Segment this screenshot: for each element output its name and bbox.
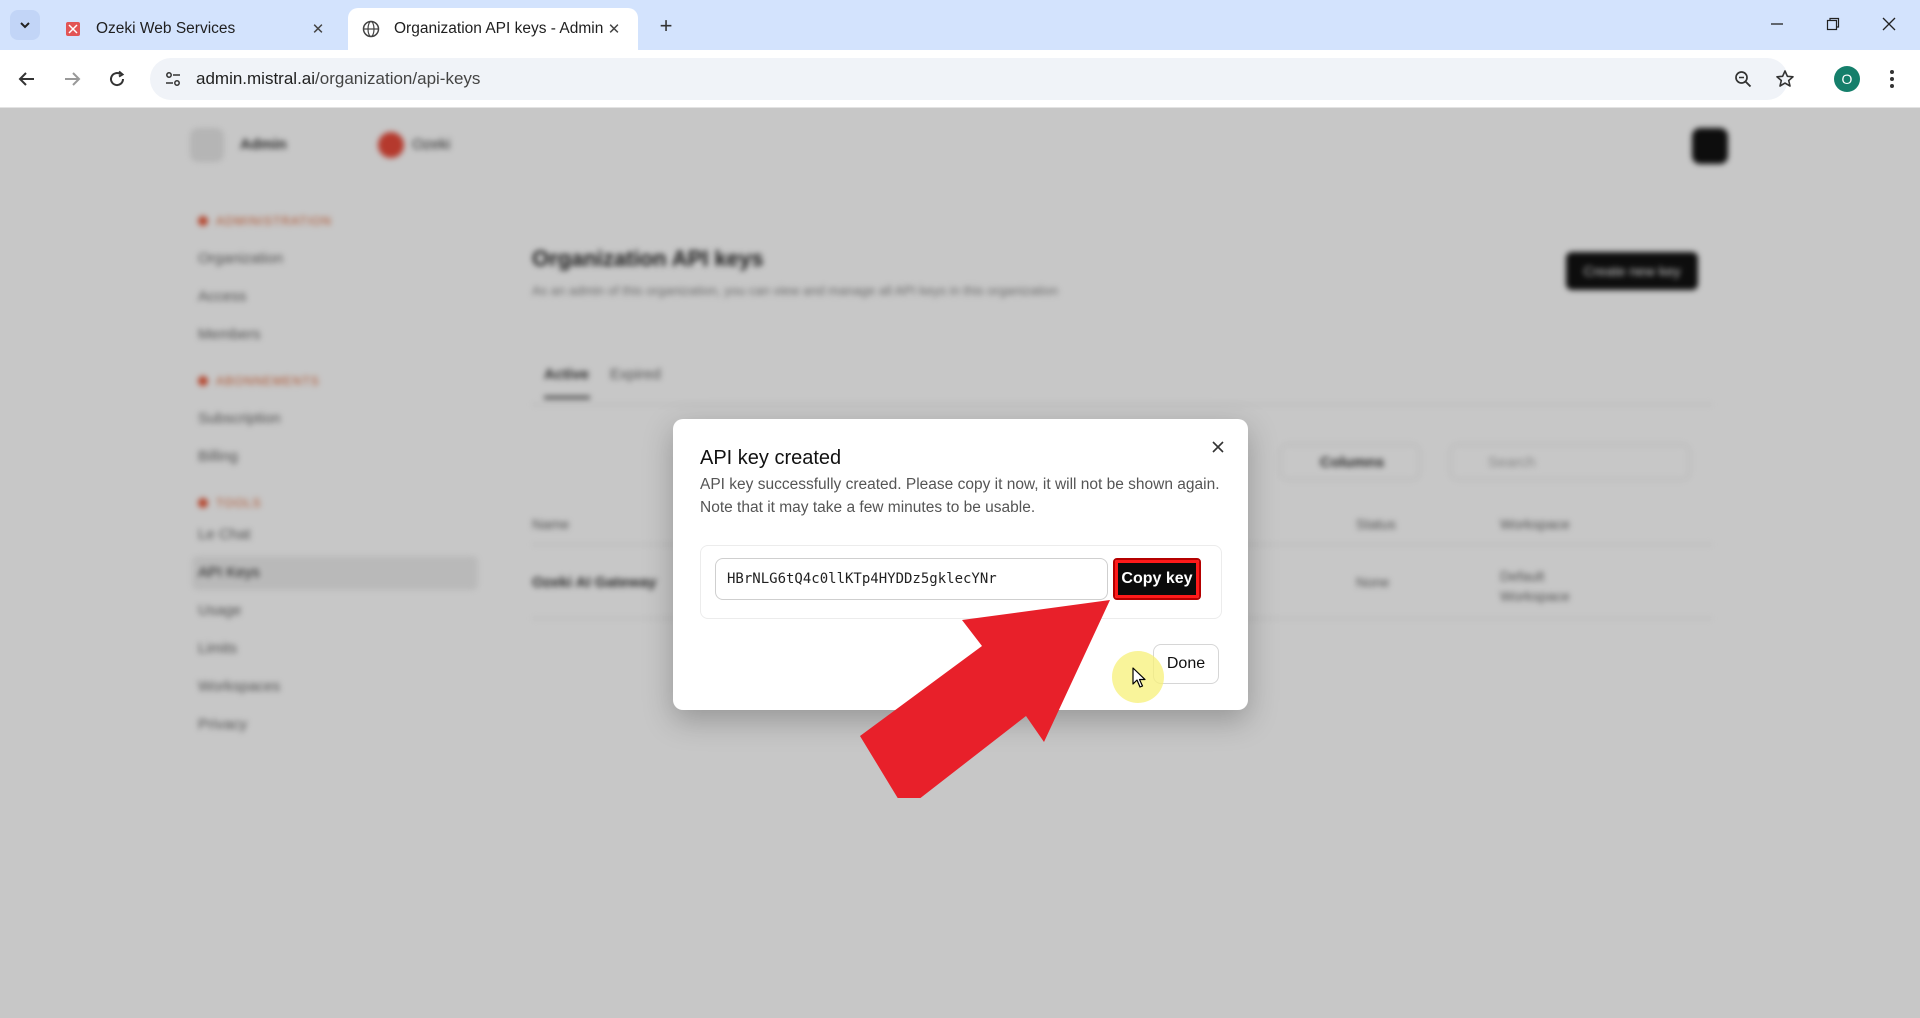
description-line-1: API key successfully created. Please cop… [700, 476, 1220, 493]
copy-key-button[interactable]: Copy key [1113, 558, 1201, 600]
ozeki-icon [64, 20, 82, 38]
api-key-field[interactable] [715, 558, 1108, 600]
forward-button[interactable] [55, 62, 89, 96]
close-window-button[interactable] [1866, 8, 1912, 40]
close-icon [1882, 17, 1896, 31]
browser-tabstrip: Ozeki Web Services ✕ Organization API ke… [0, 0, 1920, 50]
browser-toolbar: admin.mistral.ai/organization/api-keys O [0, 50, 1920, 108]
site-settings-icon[interactable] [160, 66, 186, 92]
dialog-description: API key successfully created. Please cop… [700, 473, 1230, 519]
restore-button[interactable] [1810, 8, 1856, 40]
mouse-cursor-icon [1132, 667, 1146, 688]
browser-menu-icon[interactable] [1880, 64, 1904, 94]
minimize-button[interactable] [1754, 8, 1800, 40]
dialog-title: API key created [700, 447, 842, 469]
close-tab-icon[interactable]: ✕ [604, 19, 624, 39]
tab-organization-api-keys[interactable]: Organization API keys - Admin ✕ [348, 8, 638, 50]
close-tab-icon[interactable]: ✕ [308, 19, 328, 39]
url-host: admin.mistral.ai [196, 69, 316, 88]
new-tab-button[interactable]: + [652, 12, 680, 40]
chevron-down-icon [20, 22, 30, 29]
address-bar[interactable]: admin.mistral.ai/organization/api-keys [150, 58, 1794, 100]
url-text: admin.mistral.ai/organization/api-keys [196, 69, 480, 89]
close-icon [1212, 441, 1224, 453]
profile-avatar[interactable]: O [1834, 66, 1860, 92]
arrow-right-icon [65, 72, 81, 86]
tab-ozeki-web-services[interactable]: Ozeki Web Services ✕ [50, 8, 342, 50]
bookmark-star-icon[interactable] [1772, 66, 1798, 92]
zoom-icon[interactable] [1730, 66, 1756, 92]
reload-icon [110, 70, 125, 87]
tab-title: Organization API keys - Admin [394, 20, 604, 37]
globe-icon [362, 20, 380, 38]
close-dialog-button[interactable] [1206, 435, 1230, 459]
description-line-2: Note that it may take a few minutes to b… [700, 499, 1036, 516]
back-button[interactable] [10, 62, 44, 96]
arrow-left-icon [18, 72, 34, 86]
tab-search-button[interactable] [10, 10, 40, 40]
tab-title: Ozeki Web Services [96, 20, 236, 37]
annotation-arrow [860, 600, 1110, 798]
reload-button[interactable] [100, 62, 134, 96]
minimize-icon [1771, 23, 1783, 25]
restore-icon [1826, 17, 1840, 31]
url-path: /organization/api-keys [315, 69, 481, 88]
